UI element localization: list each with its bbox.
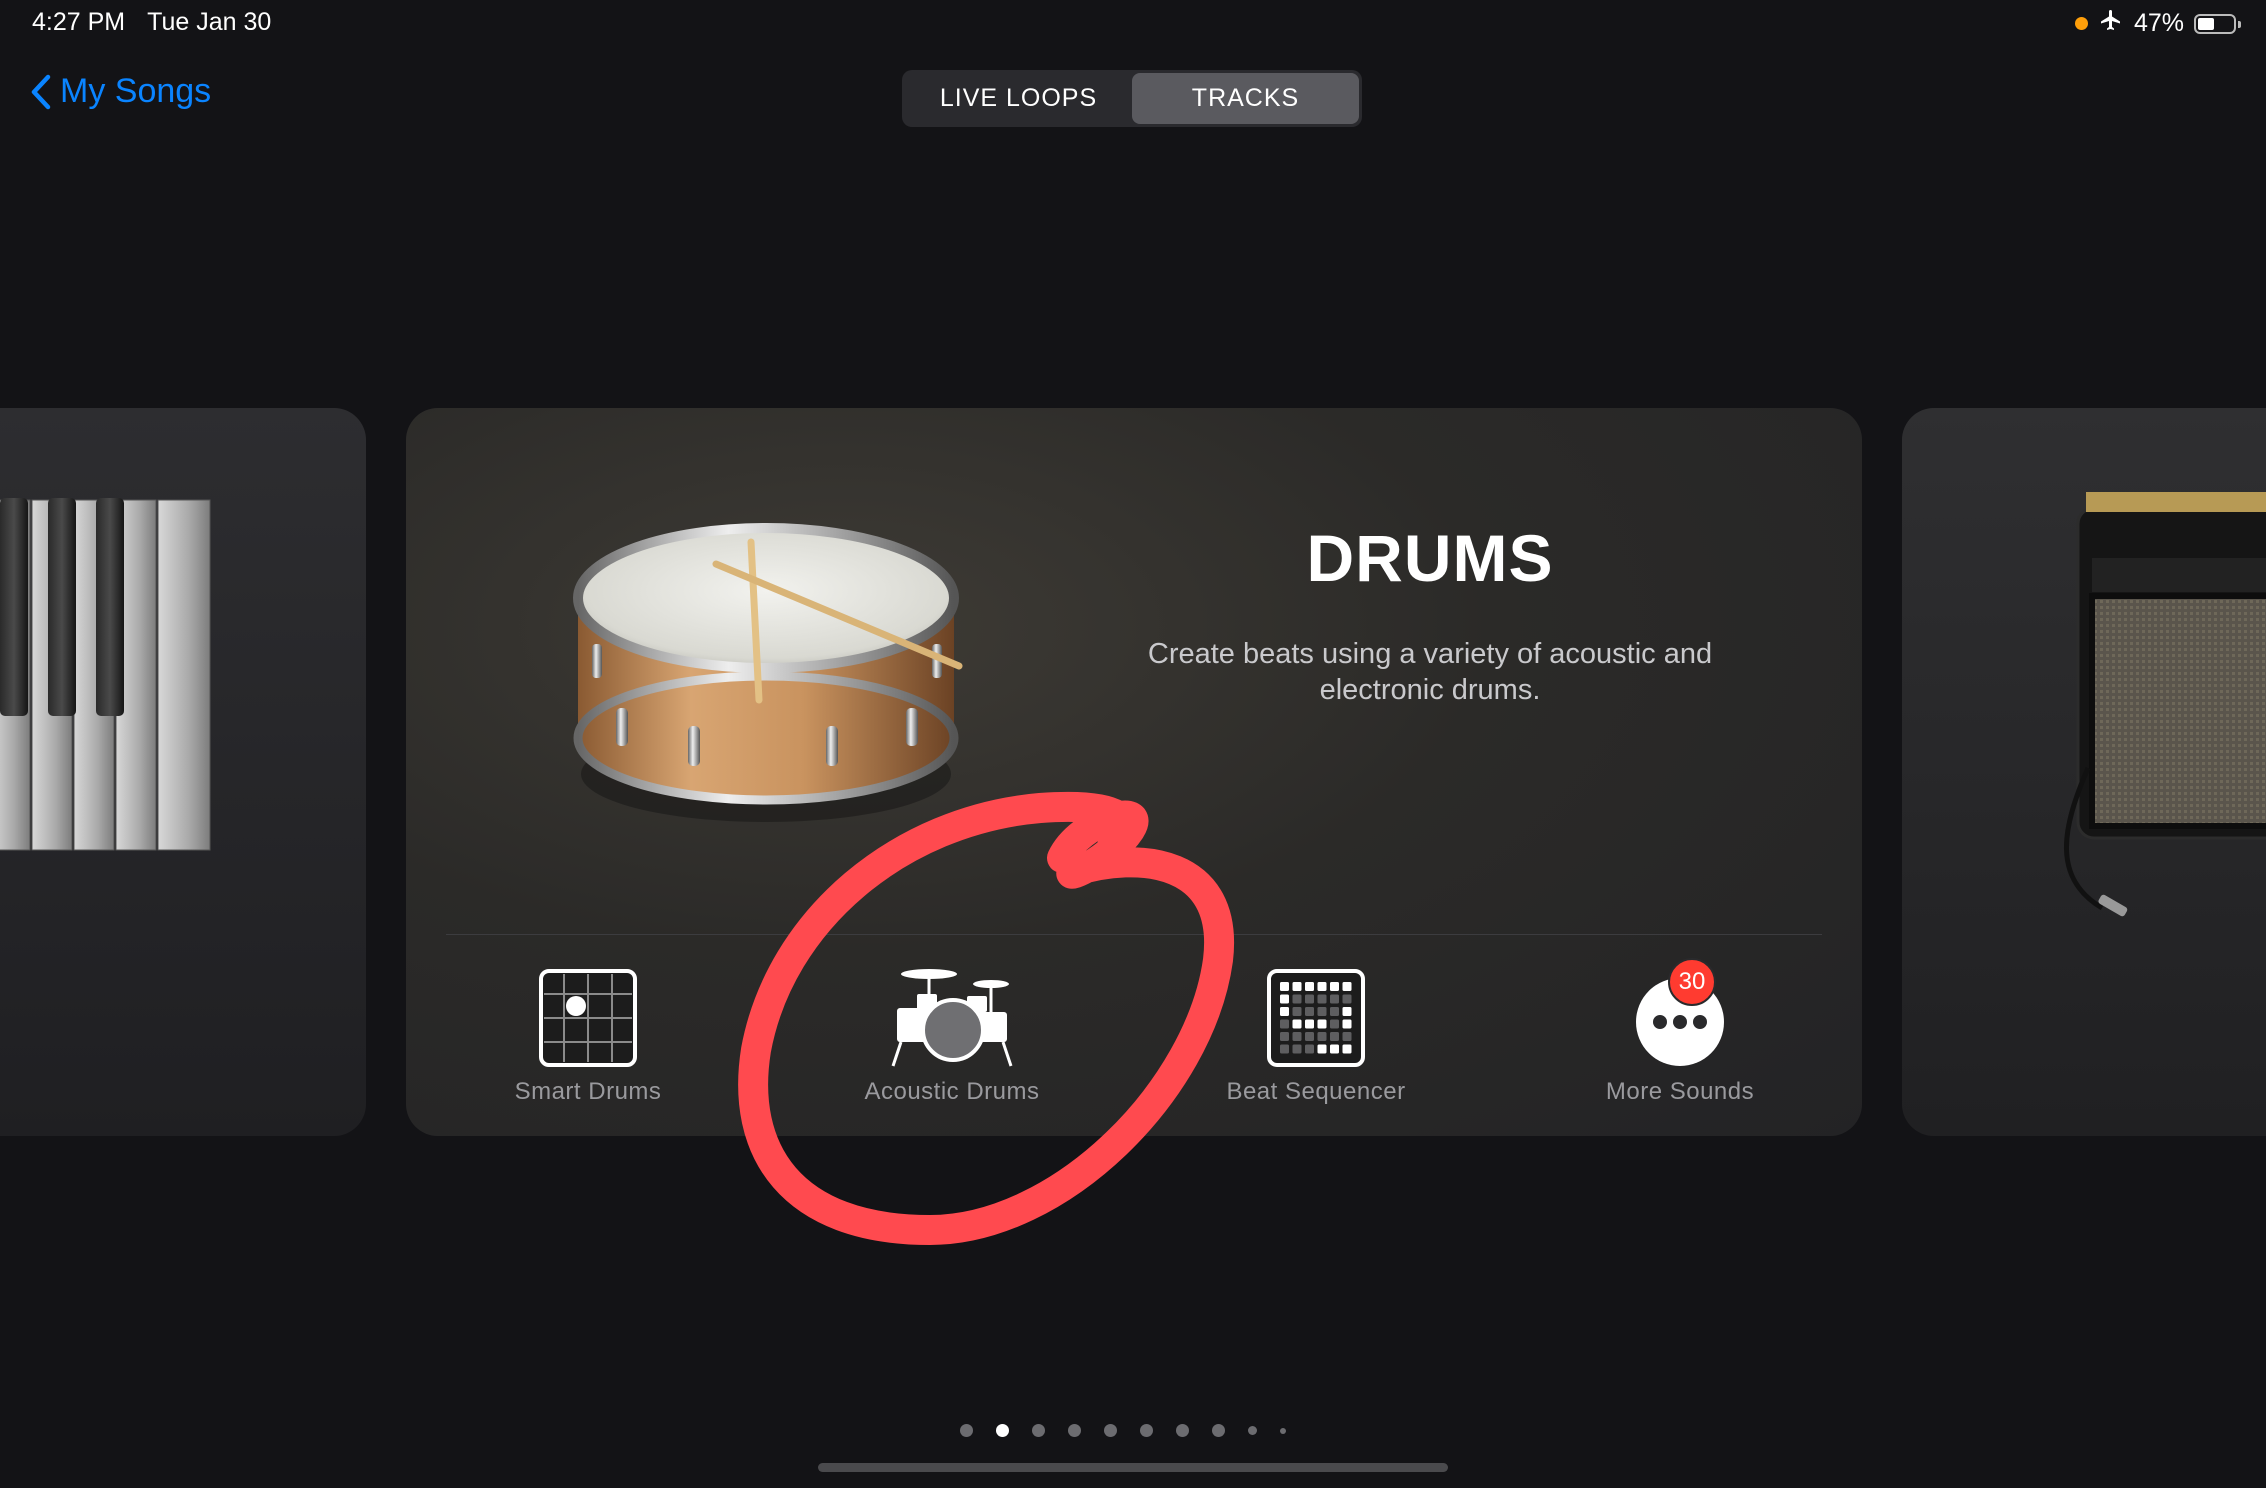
sequencer-cell bbox=[1305, 1019, 1314, 1029]
sequencer-cell bbox=[1292, 994, 1302, 1004]
page-dot[interactable] bbox=[1176, 1424, 1189, 1437]
sequencer-cell bbox=[1280, 1044, 1289, 1054]
sequencer-cell bbox=[1342, 982, 1352, 991]
beat-sequencer-icon bbox=[1267, 969, 1365, 1067]
sequencer-cell bbox=[1305, 982, 1314, 991]
sequencer-cell bbox=[1280, 1007, 1289, 1016]
sequencer-cell bbox=[1280, 982, 1289, 991]
page-dot[interactable] bbox=[1032, 1424, 1045, 1437]
page-dot[interactable] bbox=[1140, 1424, 1153, 1437]
page-dot[interactable] bbox=[1068, 1424, 1081, 1437]
sequencer-cell bbox=[1317, 1032, 1327, 1041]
sequencer-cell bbox=[1292, 1044, 1302, 1054]
option-beat-sequencer[interactable]: Beat Sequencer bbox=[1166, 968, 1466, 1106]
status-bar-right: 47% bbox=[2074, 8, 2241, 39]
sequencer-cell bbox=[1330, 1032, 1339, 1041]
status-time: 4:27 PM bbox=[32, 8, 126, 36]
sequencer-cell bbox=[1317, 982, 1327, 991]
notification-badge: 30 bbox=[1668, 958, 1716, 1006]
keyboard-image bbox=[0, 498, 211, 851]
page-dot[interactable] bbox=[960, 1424, 973, 1437]
sequencer-cell bbox=[1317, 994, 1327, 1004]
chevron-left-icon bbox=[31, 74, 51, 109]
sequencer-cell bbox=[1292, 1032, 1302, 1041]
microphone-indicator-icon bbox=[2074, 17, 2088, 30]
guitar-amp-image bbox=[2064, 492, 2266, 917]
instrument-description: Create beats using a variety of acoustic… bbox=[1147, 638, 1713, 706]
page-dot[interactable] bbox=[1248, 1426, 1257, 1435]
battery-icon bbox=[2194, 13, 2241, 34]
sequencer-cell bbox=[1305, 1032, 1314, 1041]
sequencer-cell bbox=[1292, 982, 1302, 991]
sequencer-cell bbox=[1292, 1007, 1302, 1016]
sequencer-cell bbox=[1342, 1044, 1352, 1054]
smart-drums-grid-icon bbox=[539, 969, 637, 1067]
sequencer-cell bbox=[1317, 1044, 1327, 1054]
sequencer-cell bbox=[1305, 1044, 1314, 1054]
sequencer-cell bbox=[1292, 1019, 1302, 1029]
drum-kit-icon bbox=[891, 969, 1013, 1067]
back-button[interactable]: My Songs bbox=[30, 72, 211, 111]
option-label: Acoustic Drums bbox=[864, 1078, 1040, 1105]
option-smart-drums[interactable]: Smart Drums bbox=[438, 968, 738, 1106]
sequencer-cell bbox=[1330, 1044, 1339, 1054]
back-label: My Songs bbox=[60, 72, 212, 110]
option-label: Smart Drums bbox=[514, 1078, 662, 1105]
sequencer-cell bbox=[1330, 1007, 1339, 1016]
sequencer-cell bbox=[1342, 1019, 1352, 1029]
sequencer-cell bbox=[1330, 982, 1339, 991]
battery-percent: 47% bbox=[2133, 9, 2184, 37]
page-dot[interactable] bbox=[1212, 1424, 1225, 1437]
tab-tracks[interactable]: TRACKS bbox=[1132, 73, 1359, 124]
page-dot[interactable] bbox=[1104, 1424, 1117, 1437]
instrument-card-drums[interactable]: DRUMS Create beats using a variety of ac… bbox=[406, 408, 1862, 1136]
sequencer-cell bbox=[1280, 1019, 1289, 1029]
sequencer-cell bbox=[1317, 1019, 1327, 1029]
sequencer-cell bbox=[1342, 1032, 1352, 1041]
sequencer-cell bbox=[1280, 1032, 1289, 1041]
view-segmented-control: LIVE LOOPS TRACKS bbox=[902, 70, 1362, 127]
sequencer-cell bbox=[1330, 994, 1339, 1004]
sequencer-cell bbox=[1342, 1007, 1352, 1016]
page-dot[interactable] bbox=[996, 1424, 1009, 1437]
sequencer-cell bbox=[1342, 994, 1352, 1004]
divider bbox=[446, 934, 1822, 935]
garageband-instrument-browser: 4:27 PM Tue Jan 30 47% My Songs LIVE LOO… bbox=[0, 0, 2266, 1488]
option-label: Beat Sequencer bbox=[1226, 1078, 1406, 1105]
instrument-card-keyboard[interactable] bbox=[0, 408, 366, 1136]
sequencer-cell bbox=[1317, 1007, 1327, 1016]
status-bar-left: 4:27 PM Tue Jan 30 bbox=[32, 8, 271, 37]
tab-live-loops[interactable]: LIVE LOOPS bbox=[905, 73, 1132, 124]
airplane-mode-icon bbox=[2098, 8, 2124, 39]
battery-fill bbox=[2198, 17, 2214, 30]
sequencer-cell bbox=[1305, 1007, 1314, 1016]
instrument-title: DRUMS bbox=[1306, 521, 1554, 595]
home-indicator[interactable] bbox=[818, 1463, 1448, 1472]
option-acoustic-drums[interactable]: Acoustic Drums bbox=[802, 968, 1102, 1106]
page-dot[interactable] bbox=[1280, 1427, 1286, 1434]
instrument-card-amp[interactable] bbox=[1902, 408, 2266, 1136]
option-label: More Sounds bbox=[1605, 1078, 1755, 1105]
page-indicator[interactable] bbox=[960, 1424, 1286, 1437]
status-date: Tue Jan 30 bbox=[147, 8, 272, 36]
sequencer-cell bbox=[1330, 1019, 1339, 1029]
sequencer-cell bbox=[1280, 994, 1289, 1004]
sequencer-cell bbox=[1305, 994, 1314, 1004]
